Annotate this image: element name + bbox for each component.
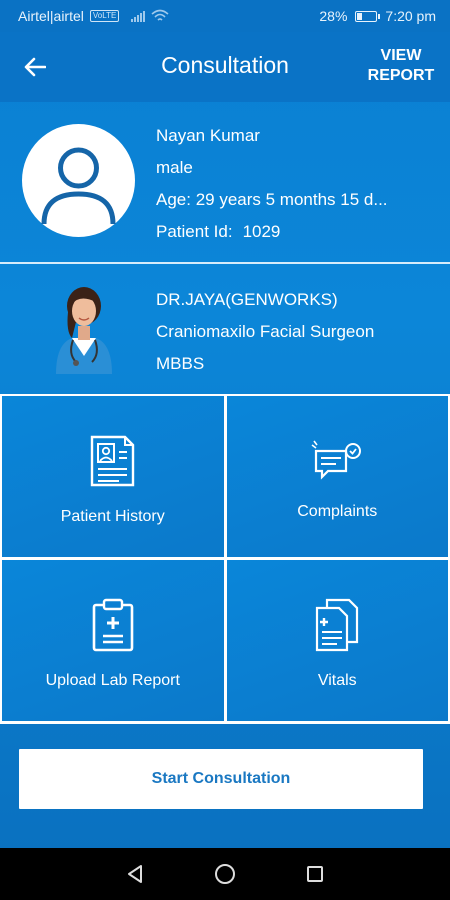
doctor-photo bbox=[56, 287, 112, 374]
volte-badge: VoLTE bbox=[89, 10, 120, 22]
signal-icon bbox=[131, 10, 146, 22]
patient-info: Nayan Kumar male Age: 29 years 5 months … bbox=[156, 126, 436, 254]
status-time: 7:20 pm bbox=[385, 8, 436, 24]
tile-upload-lab-report[interactable]: Upload Lab Report bbox=[2, 560, 224, 721]
status-right: 28% 7:20 pm bbox=[319, 8, 436, 24]
patient-avatar bbox=[22, 124, 135, 237]
tile-vitals[interactable]: Vitals bbox=[226, 560, 448, 721]
battery-percent: 28% bbox=[319, 8, 348, 24]
nav-back-button[interactable] bbox=[117, 856, 153, 892]
view-report-line2: REPORT bbox=[367, 67, 435, 84]
patient-card: Nayan Kumar male Age: 29 years 5 months … bbox=[0, 102, 450, 262]
doctor-specialty: Craniomaxilo Facial Surgeon bbox=[156, 322, 375, 341]
triangle-back-icon bbox=[128, 865, 142, 883]
status-bar: Airtel|airtel VoLTE 28% 7:20 pm bbox=[0, 0, 450, 32]
action-grid: Patient History Complaints Upload Lab Re… bbox=[0, 394, 450, 724]
vitals-document-icon bbox=[316, 598, 359, 651]
clipboard-icon bbox=[92, 598, 134, 651]
carrier-name: Airtel|airtel bbox=[18, 8, 84, 24]
square-recents-icon bbox=[307, 866, 323, 882]
patient-id-value: 1029 bbox=[242, 222, 281, 241]
patient-id-label: Patient Id: bbox=[156, 222, 233, 241]
start-consultation-button[interactable]: Start Consultation bbox=[19, 749, 423, 809]
patient-age: Age: 29 years 5 months 15 d... bbox=[156, 190, 388, 209]
user-icon bbox=[41, 147, 116, 225]
consultation-screen: Airtel|airtel VoLTE 28% 7:20 pm Consulta… bbox=[0, 0, 450, 900]
tile-label: Vitals bbox=[317, 671, 357, 689]
circle-home-icon bbox=[215, 864, 235, 884]
patient-history-icon bbox=[90, 435, 134, 486]
doctor-name: DR.JAYA(GENWORKS) bbox=[156, 290, 338, 309]
tile-patient-history[interactable]: Patient History bbox=[2, 396, 224, 557]
patient-id-row: Patient Id: 1029 bbox=[156, 222, 436, 254]
patient-gender: male bbox=[156, 158, 193, 177]
wifi-icon bbox=[151, 9, 169, 21]
nav-recents-button[interactable] bbox=[297, 856, 333, 892]
nav-home-button[interactable] bbox=[207, 856, 243, 892]
complaints-icon bbox=[311, 440, 362, 480]
view-report-line1: VIEW bbox=[380, 47, 422, 64]
doctor-card: DR.JAYA(GENWORKS) Craniomaxilo Facial Su… bbox=[0, 264, 450, 394]
tile-complaints[interactable]: Complaints bbox=[226, 396, 448, 557]
android-nav-bar bbox=[0, 848, 450, 900]
doctor-info: DR.JAYA(GENWORKS) Craniomaxilo Facial Su… bbox=[156, 290, 436, 386]
app-header: Consultation VIEW REPORT bbox=[0, 32, 450, 102]
view-report-button[interactable]: VIEW REPORT bbox=[366, 46, 436, 86]
status-left: Airtel|airtel VoLTE bbox=[18, 8, 169, 24]
doctor-degree: MBBS bbox=[156, 354, 205, 373]
patient-name: Nayan Kumar bbox=[156, 126, 260, 145]
tile-label: Complaints bbox=[297, 502, 378, 520]
battery-icon bbox=[355, 10, 381, 22]
tile-label: Upload Lab Report bbox=[45, 671, 180, 689]
tile-label: Patient History bbox=[60, 507, 165, 525]
